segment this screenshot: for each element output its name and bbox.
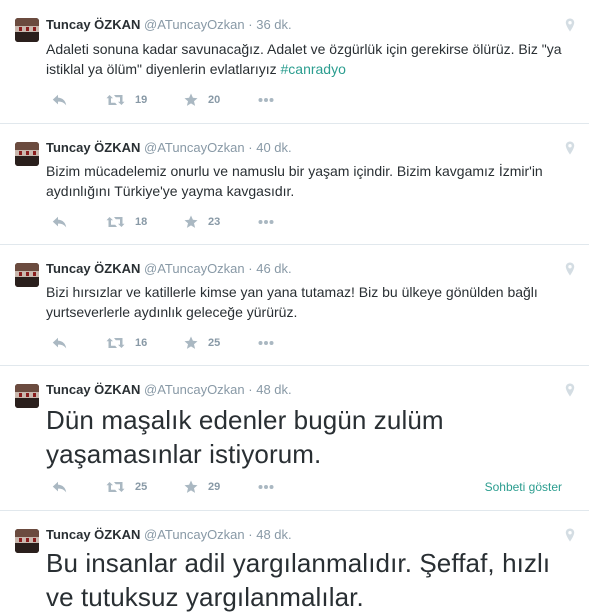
retweet-count: 16: [135, 337, 148, 349]
author-name[interactable]: Tuncay ÖZKAN: [46, 140, 140, 155]
geo-pin-icon[interactable]: [565, 383, 575, 397]
author-name[interactable]: Tuncay ÖZKAN: [46, 17, 140, 32]
reply-icon: [52, 337, 67, 349]
reply-button[interactable]: [52, 92, 67, 108]
favorite-count: 23: [208, 216, 221, 228]
author-name[interactable]: Tuncay ÖZKAN: [46, 527, 140, 542]
avatar[interactable]: [15, 263, 39, 287]
separator: ·: [248, 17, 253, 32]
more-button[interactable]: [258, 479, 274, 495]
tweet[interactable]: Tuncay ÖZKAN @ATuncayOzkan · 46 dk. Bizi…: [0, 245, 589, 366]
favorite-button[interactable]: 29: [184, 479, 220, 495]
favorite-count: 20: [208, 94, 221, 106]
hashtag-link[interactable]: #canradyo: [281, 61, 346, 77]
retweet-button[interactable]: 19: [106, 92, 147, 108]
more-icon: [258, 485, 274, 489]
tweet-actions: 16 25: [46, 335, 576, 351]
tweet-actions: 18 23: [46, 214, 576, 230]
retweet-button[interactable]: 16: [106, 335, 147, 351]
more-icon: [258, 98, 274, 102]
favorite-icon: [184, 215, 198, 228]
tweet-time[interactable]: 48 dk.: [256, 527, 291, 542]
tweet[interactable]: Tuncay ÖZKAN @ATuncayOzkan · 36 dk. Adal…: [0, 0, 589, 124]
tweet-header: Tuncay ÖZKAN @ATuncayOzkan · 48 dk.: [46, 526, 292, 544]
avatar[interactable]: [15, 384, 39, 408]
tweet-time[interactable]: 46 dk.: [256, 261, 291, 276]
geo-pin-icon[interactable]: [565, 18, 575, 32]
tweet-header: Tuncay ÖZKAN @ATuncayOzkan · 46 dk.: [46, 260, 292, 278]
retweet-icon: [106, 95, 125, 105]
tweet[interactable]: Tuncay ÖZKAN @ATuncayOzkan · 48 dk. Bu i…: [0, 511, 589, 612]
tweet-text: Adaleti sonuna kadar savunacağız. Adalet…: [46, 39, 576, 79]
more-icon: [258, 220, 274, 224]
author-username[interactable]: @ATuncayOzkan: [144, 140, 245, 155]
retweet-button[interactable]: 25: [106, 479, 147, 495]
more-icon: [258, 341, 274, 345]
tweet-header: Tuncay ÖZKAN @ATuncayOzkan · 48 dk.: [46, 381, 292, 399]
retweet-icon: [106, 338, 125, 348]
tweet-actions: 19 20: [46, 92, 576, 108]
avatar[interactable]: [15, 142, 39, 166]
reply-icon: [52, 216, 67, 228]
avatar[interactable]: [15, 529, 39, 553]
tweet[interactable]: Tuncay ÖZKAN @ATuncayOzkan · 48 dk. Dün …: [0, 366, 589, 511]
tweet-actions: 25 29 Sohbeti göster: [46, 479, 576, 495]
author-username[interactable]: @ATuncayOzkan: [144, 382, 245, 397]
tweet-time[interactable]: 40 dk.: [256, 140, 291, 155]
tweet-header: Tuncay ÖZKAN @ATuncayOzkan · 40 dk.: [46, 139, 292, 157]
retweet-count: 19: [135, 94, 148, 106]
retweet-icon: [106, 482, 125, 492]
avatar[interactable]: [15, 18, 39, 42]
tweet-text: Dün maşalık edenler bugün zulüm yaşaması…: [46, 405, 444, 469]
favorite-count: 25: [208, 337, 221, 349]
tweet-text: Bu insanlar adil yargılanmalıdır. Şeffaf…: [46, 548, 551, 612]
favorite-icon: [184, 480, 198, 493]
tweet-text: Bizi hırsızlar ve katillerle kimse yan y…: [46, 284, 538, 320]
separator: ·: [248, 382, 253, 397]
author-name[interactable]: Tuncay ÖZKAN: [46, 261, 140, 276]
tweet-header: Tuncay ÖZKAN @ATuncayOzkan · 36 dk.: [46, 16, 292, 34]
separator: ·: [248, 527, 253, 542]
more-button[interactable]: [258, 335, 274, 351]
retweet-icon: [106, 217, 125, 227]
geo-pin-icon[interactable]: [565, 262, 575, 276]
more-button[interactable]: [258, 92, 274, 108]
more-button[interactable]: [258, 214, 274, 230]
tweet-time[interactable]: 48 dk.: [256, 382, 291, 397]
favorite-button[interactable]: 20: [184, 92, 220, 108]
geo-pin-icon[interactable]: [565, 528, 575, 542]
retweet-button[interactable]: 18: [106, 214, 147, 230]
reply-icon: [52, 481, 67, 493]
reply-icon: [52, 94, 67, 106]
geo-pin-icon[interactable]: [565, 141, 575, 155]
retweet-count: 18: [135, 216, 148, 228]
favorite-icon: [184, 93, 198, 106]
author-username[interactable]: @ATuncayOzkan: [144, 261, 245, 276]
author-username[interactable]: @ATuncayOzkan: [144, 527, 245, 542]
favorite-count: 29: [208, 481, 221, 493]
retweet-count: 25: [135, 481, 148, 493]
tweet-time[interactable]: 36 dk.: [256, 17, 291, 32]
separator: ·: [248, 261, 253, 276]
favorite-button[interactable]: 23: [184, 214, 220, 230]
author-name[interactable]: Tuncay ÖZKAN: [46, 382, 140, 397]
author-username[interactable]: @ATuncayOzkan: [144, 17, 245, 32]
tweet[interactable]: Tuncay ÖZKAN @ATuncayOzkan · 40 dk. Bizi…: [0, 124, 589, 245]
favorite-icon: [184, 336, 198, 349]
reply-button[interactable]: [52, 335, 67, 351]
separator: ·: [248, 140, 253, 155]
favorite-button[interactable]: 25: [184, 335, 220, 351]
reply-button[interactable]: [52, 214, 67, 230]
tweet-text: Bizim mücadelemiz onurlu ve namuslu bir …: [46, 163, 543, 199]
reply-button[interactable]: [52, 479, 67, 495]
show-conversation-link[interactable]: Sohbeti göster: [485, 479, 562, 495]
